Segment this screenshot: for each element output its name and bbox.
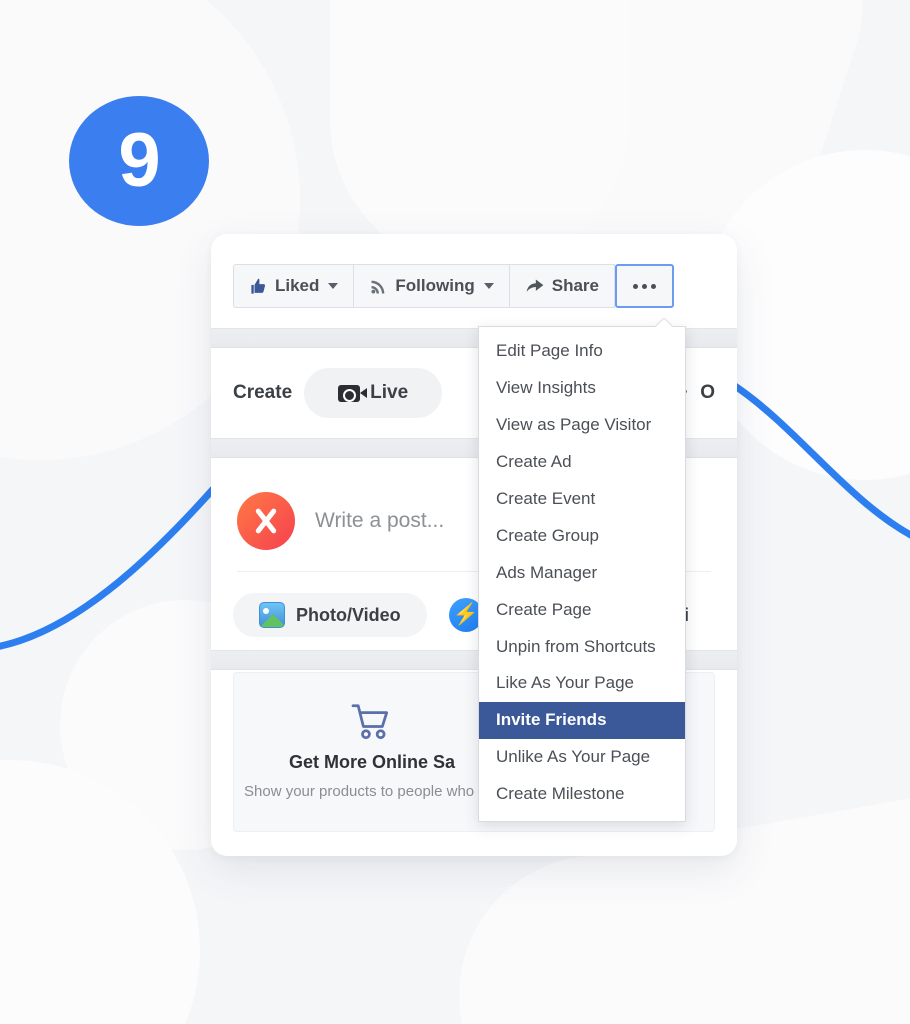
menu-item[interactable]: Unpin from Shortcuts [479,629,685,666]
dropdown-caret-icon [655,318,672,327]
step-number-badge: 9 [69,96,209,226]
photo-video-label: Photo/Video [296,604,401,625]
liked-button-label: Liked [275,276,320,295]
step-number-text: 9 [118,118,160,203]
menu-item[interactable]: Ads Manager [479,555,685,592]
share-arrow-icon [526,279,544,292]
create-live-label: Live [370,382,409,403]
promo-card[interactable]: Get More Online Sa Show your products to… [234,673,510,831]
menu-item[interactable]: Create Event [479,481,685,518]
menu-item[interactable]: Edit Page Info [479,333,685,370]
photo-video-button[interactable]: Photo/Video [233,593,427,637]
menu-item[interactable]: Create Page [479,592,685,629]
video-camera-icon [338,384,368,402]
menu-item[interactable]: Like As Your Page [479,665,685,702]
post-input-placeholder[interactable]: Write a post... [315,509,444,533]
menu-item[interactable]: Invite Friends [479,702,685,740]
share-button[interactable]: Share [508,264,615,308]
menu-item[interactable]: Unlike As Your Page [479,739,685,776]
page-action-bar: Liked Following Share [233,264,674,308]
menu-item[interactable]: View Insights [479,370,685,407]
promo-title: Get More Online Sa [288,752,456,772]
avatar [237,492,295,550]
menu-item[interactable]: Create Ad [479,444,685,481]
menu-item[interactable]: Create Milestone [479,776,685,813]
create-live-button[interactable]: Live [304,368,443,418]
ellipsis-icon [632,283,656,289]
create-offer-label: O [700,382,715,403]
promo-subtitle: Show your products to people who are [244,783,500,800]
menu-item[interactable]: View as Page Visitor [479,407,685,444]
following-button[interactable]: Following [353,264,509,308]
chevron-down-icon [483,283,494,289]
following-button-label: Following [395,276,475,295]
rss-icon [371,280,385,294]
thumbs-up-icon [251,278,266,294]
create-label: Create [233,382,293,403]
chevron-down-icon [328,283,339,289]
shopping-cart-icon [351,704,389,740]
more-options-button[interactable] [614,264,674,308]
page-options-dropdown-menu: Edit Page Info View Insights View as Page … [478,326,686,823]
share-button-label: Share [551,276,599,295]
photo-video-icon [259,602,285,628]
screenshot-stage: 9 Liked Following Share Create Live O Wr… [0,0,910,1024]
liked-button[interactable]: Liked [233,264,354,308]
menu-item[interactable]: Create Group [479,518,685,555]
